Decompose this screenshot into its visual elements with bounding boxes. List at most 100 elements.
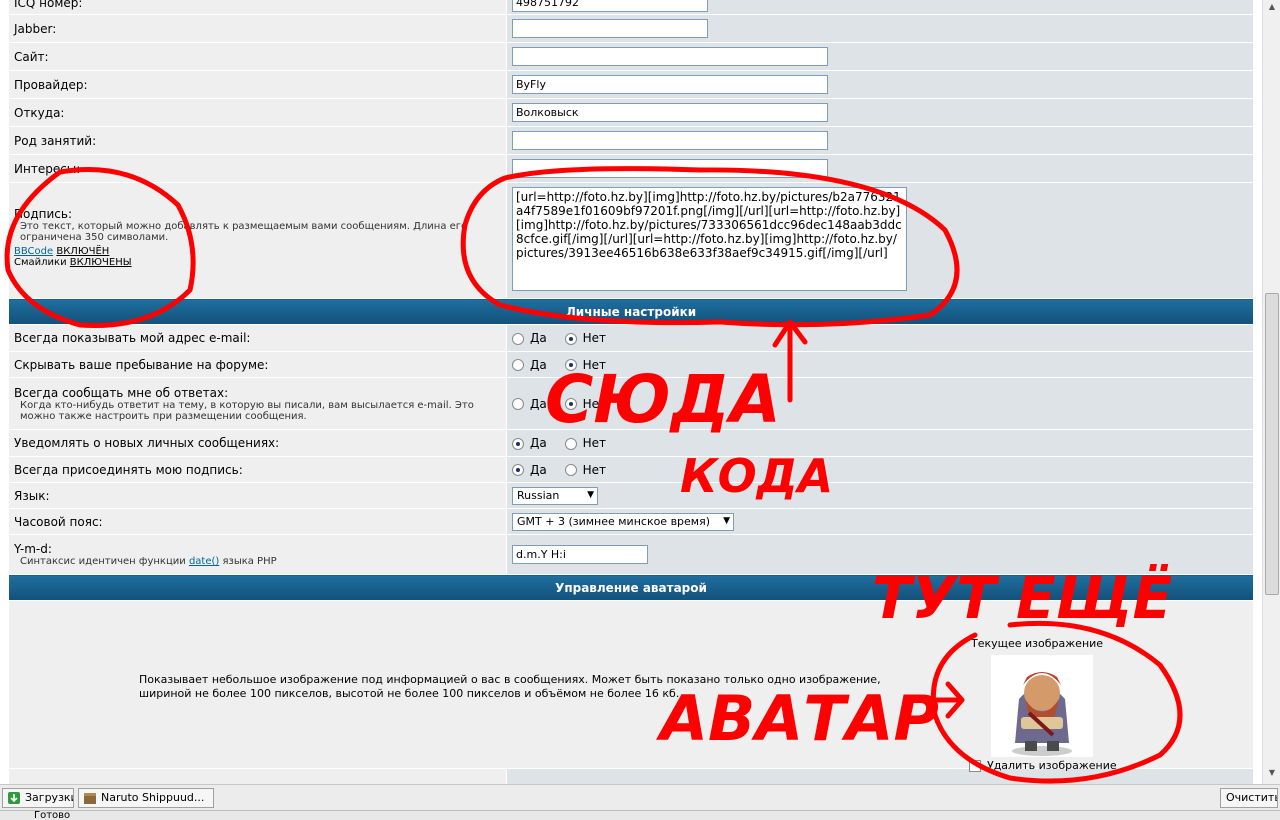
bbcode-state: ВКЛЮЧЁН — [56, 246, 110, 257]
row-hide-online: Скрывать ваше пребывание на форуме: Да Н… — [8, 351, 1254, 378]
date-format-label: Y-m-d: — [14, 542, 52, 556]
hide-online-no-radio[interactable] — [564, 359, 577, 371]
row-date-format: Y-m-d: Синтаксис идентичен функции date(… — [8, 534, 1254, 575]
delete-avatar-label: Удалить изображение — [987, 759, 1117, 772]
yes-label: Да — [530, 462, 547, 477]
date-hint-suffix: языка PHP — [222, 556, 277, 567]
row-language: Язык: Russian ▼ — [8, 482, 1254, 509]
row-timezone: Часовой пояс: GMT + 3 (зимнее минское вр… — [8, 508, 1254, 535]
smilies-label: Смайлики — [14, 257, 67, 268]
chevron-down-icon: ▼ — [587, 489, 594, 500]
signature-hint: Это текст, который можно добавлять к раз… — [20, 221, 468, 243]
language-value: Russian — [517, 488, 560, 502]
no-label: Нет — [582, 331, 606, 345]
signature-textarea[interactable]: [url=http://foto.hz.by][img]http://foto.… — [512, 187, 907, 291]
status-text: Готово — [34, 810, 71, 820]
yes-label: Да — [530, 357, 547, 372]
downloads-bar: Загрузки Naruto Shippuud... Очистить — [0, 784, 1280, 810]
avatar-section-title: Управление аватарой — [8, 574, 1254, 601]
no-label: Нет — [582, 396, 606, 411]
notify-replies-yes-radio[interactable] — [512, 398, 524, 410]
chevron-down-icon: ▼ — [723, 515, 730, 526]
downloads-button[interactable]: Загрузки — [2, 788, 74, 808]
notify-pm-yes-radio[interactable] — [512, 437, 524, 450]
row-signature: Подпись: Это текст, который можно добавл… — [8, 182, 1254, 299]
window-button[interactable]: Naruto Shippuud... — [78, 788, 214, 808]
signature-label: Подпись: — [14, 207, 73, 221]
jabber-label: Jabber: — [8, 14, 507, 43]
attach-sig-yes-radio[interactable] — [512, 464, 524, 476]
hide-online-yes-radio[interactable] — [512, 359, 524, 371]
no-label: Нет — [582, 462, 606, 477]
show-email-yes-radio[interactable] — [512, 332, 524, 345]
row-jabber: Jabber: — [8, 14, 1254, 43]
row-show-email: Всегда показывать мой адрес e-mail: Да Н… — [8, 324, 1254, 352]
hide-online-label: Скрывать ваше пребывание на форуме: — [8, 351, 507, 378]
show-email-label: Всегда показывать мой адрес e-mail: — [8, 324, 507, 352]
status-bar: Готово — [0, 810, 1280, 820]
row-interests: Интересы: — [8, 154, 1254, 183]
date-hint-prefix: Синтаксис идентичен функции — [20, 556, 186, 567]
icq-field[interactable]: 498751792 — [512, 0, 708, 12]
vertical-scrollbar[interactable]: ▲ ▼ — [1262, 0, 1280, 784]
row-from: Откуда: Волковыск — [8, 98, 1254, 127]
icq-label: ICQ номер: — [8, 0, 507, 15]
language-label: Язык: — [8, 482, 507, 509]
download-icon — [8, 792, 20, 804]
yes-label: Да — [530, 396, 547, 411]
prefs-section-header: Личные настройки — [8, 298, 1254, 325]
site-field[interactable] — [512, 47, 828, 66]
scroll-up-icon[interactable]: ▲ — [1265, 2, 1279, 16]
avatar-image — [991, 655, 1093, 757]
archive-icon — [84, 793, 96, 804]
no-label: Нет — [582, 436, 606, 450]
date-function-link[interactable]: date() — [189, 556, 219, 567]
notify-pm-no-radio[interactable] — [564, 437, 577, 450]
row-notify-pm: Уведомлять о новых личных сообщениях: Да… — [8, 429, 1254, 457]
timezone-value: GMT + 3 (зимнее минское время) — [517, 514, 711, 528]
downloads-label: Загрузки — [25, 791, 74, 804]
profile-form: ICQ номер: 498751792 Jabber: Сайт: Прова… — [8, 0, 1254, 784]
notify-replies-hint: Когда кто-нибудь ответит на тему, в кото… — [20, 399, 474, 422]
smilies-state: ВКЛЮЧЕНЫ — [69, 257, 132, 268]
site-label: Сайт: — [8, 42, 507, 71]
browser-viewport: ICQ номер: 498751792 Jabber: Сайт: Прова… — [0, 0, 1262, 784]
timezone-label: Часовой пояс: — [8, 508, 507, 535]
clear-button[interactable]: Очистить — [1220, 788, 1278, 808]
row-provider: Провайдер: ByFly — [8, 70, 1254, 99]
interests-label: Интересы: — [8, 154, 507, 183]
delete-avatar-checkbox[interactable] — [969, 760, 981, 772]
from-label: Откуда: — [8, 98, 507, 127]
row-site: Сайт: — [8, 42, 1254, 71]
date-format-field[interactable]: d.m.Y H:i — [512, 545, 648, 564]
notify-replies-label: Всегда сообщать мне об ответах: — [14, 385, 229, 400]
no-label: Нет — [582, 357, 606, 372]
row-avatar: Показывает небольшое изображение под инф… — [8, 600, 1254, 772]
show-email-no-radio[interactable] — [564, 332, 577, 345]
row-attach-sig: Всегда присоединять мою подпись: Да Нет — [8, 456, 1254, 483]
notify-replies-no-radio[interactable] — [564, 398, 577, 410]
window-label: Naruto Shippuud... — [101, 791, 205, 804]
current-avatar-label: Текущее изображение — [971, 637, 1104, 650]
jabber-field[interactable] — [512, 19, 708, 38]
timezone-select[interactable]: GMT + 3 (зимнее минское время) ▼ — [512, 512, 734, 531]
row-icq: ICQ номер: 498751792 — [8, 0, 1254, 15]
attach-sig-label: Всегда присоединять мою подпись: — [8, 456, 507, 483]
row-notify-replies: Всегда сообщать мне об ответах: Когда кт… — [8, 377, 1254, 430]
scroll-thumb[interactable] — [1265, 293, 1279, 595]
notify-pm-label: Уведомлять о новых личных сообщениях: — [8, 429, 507, 457]
row-occupation: Род занятий: — [8, 126, 1254, 155]
provider-field[interactable]: ByFly — [512, 75, 828, 94]
clear-label: Очистить — [1226, 791, 1278, 804]
avatar-description: Показывает небольшое изображение под инф… — [139, 673, 881, 700]
scroll-down-icon[interactable]: ▼ — [1265, 768, 1279, 782]
bbcode-link[interactable]: BBCode — [14, 246, 53, 257]
interests-field[interactable] — [512, 159, 828, 178]
from-field[interactable]: Волковыск — [512, 103, 828, 122]
occupation-field[interactable] — [512, 131, 828, 150]
prefs-section-title: Личные настройки — [8, 298, 1254, 325]
occupation-label: Род занятий: — [8, 126, 507, 155]
language-select[interactable]: Russian ▼ — [512, 486, 598, 505]
avatar-section-header: Управление аватарой — [8, 574, 1254, 601]
attach-sig-no-radio[interactable] — [564, 464, 577, 476]
